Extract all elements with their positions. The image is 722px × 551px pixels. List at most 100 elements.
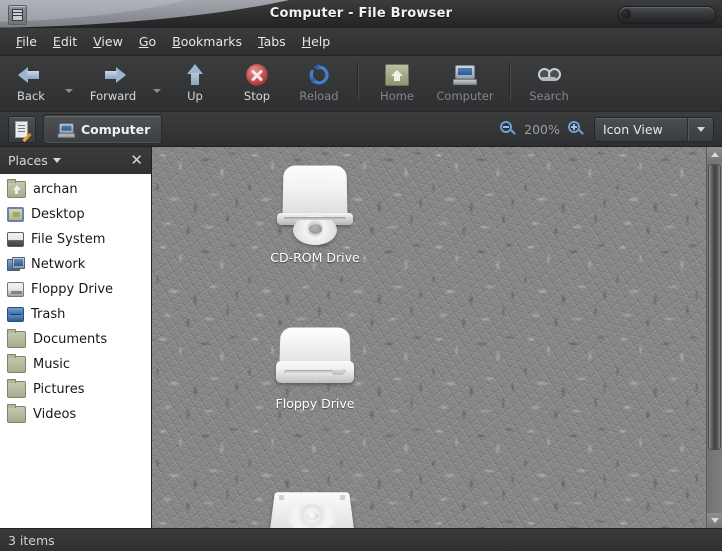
- menu-label-view-rest: iew: [101, 34, 123, 49]
- back-history-dropdown[interactable]: [62, 59, 76, 109]
- zoom-level-label: 200%: [524, 121, 560, 137]
- scroll-up-icon[interactable]: [707, 147, 722, 162]
- menu-item-edit[interactable]: Edit: [45, 31, 85, 52]
- back-button-label: Back: [17, 89, 45, 103]
- home-button[interactable]: Home: [366, 60, 428, 110]
- back-button[interactable]: Back: [0, 60, 62, 110]
- menu-label-help-rest: elp: [311, 34, 331, 49]
- menu-label-edit-rest: dit: [60, 34, 78, 49]
- menu-item-tabs[interactable]: Tabs: [250, 31, 294, 52]
- sidebar-item-label: Floppy Drive: [31, 282, 114, 297]
- zoom-controls: 200%: [500, 121, 584, 137]
- sidebar-item-archan[interactable]: archan: [0, 177, 151, 202]
- sidebar-item-label: Documents: [33, 332, 108, 347]
- home-button-label: Home: [380, 89, 414, 103]
- edit-location-icon[interactable]: [8, 115, 36, 143]
- toolbar-separator-1: [357, 63, 359, 101]
- computer-button[interactable]: Computer: [428, 60, 502, 110]
- sidebar-item-label: archan: [33, 182, 78, 197]
- desktop-icon-hard-disk[interactable]: [252, 487, 372, 528]
- window-controls[interactable]: [618, 6, 716, 24]
- menu-item-view[interactable]: View: [85, 31, 131, 52]
- menu-item-file[interactable]: File: [8, 31, 45, 52]
- up-button[interactable]: Up: [164, 60, 226, 110]
- body-area: Places ✕ archan Desktop File System Netw…: [0, 147, 722, 528]
- chevron-down-icon: [65, 89, 73, 93]
- sidebar-item-floppy-drive[interactable]: Floppy Drive: [0, 277, 151, 302]
- zoom-out-icon[interactable]: [500, 121, 516, 137]
- sidebar-item-label: Videos: [33, 407, 77, 422]
- reload-button-label: Reload: [299, 89, 339, 103]
- breadcrumb-computer[interactable]: Computer: [44, 115, 162, 143]
- desktop-icon-cdrom-drive[interactable]: CD-ROM Drive: [255, 161, 375, 266]
- title-bar: Computer - File Browser: [0, 0, 722, 28]
- menu-bar: File Edit View Go Bookmarks Tabs Help: [0, 28, 722, 56]
- computer-icon: [453, 60, 477, 90]
- vertical-scrollbar[interactable]: [706, 147, 722, 528]
- chevron-down-icon[interactable]: [689, 126, 713, 132]
- search-button[interactable]: Search: [518, 60, 580, 110]
- toolbar-separator-2: [509, 63, 511, 101]
- chevron-down-icon[interactable]: [52, 158, 61, 163]
- chevron-down-icon: [153, 89, 161, 93]
- forward-button-label: Forward: [89, 89, 137, 103]
- menu-label-go-rest: o: [148, 34, 157, 49]
- sidebar-item-file-system[interactable]: File System: [0, 227, 151, 252]
- toolbar: Back Forward Up Stop Reload Home Compute…: [0, 56, 722, 112]
- sidebar-item-pictures[interactable]: Pictures: [0, 377, 151, 402]
- icon-view[interactable]: CD-ROM Drive Floppy Drive: [152, 147, 722, 528]
- sidebar-item-desktop[interactable]: Desktop: [0, 202, 151, 227]
- scroll-down-icon[interactable]: [707, 513, 722, 528]
- sidebar-item-label: File System: [31, 232, 106, 247]
- up-arrow-icon: [182, 60, 208, 90]
- icon-label: CD-ROM Drive: [270, 250, 360, 265]
- menu-label-file-rest: ile: [22, 34, 37, 49]
- desktop-icon: [7, 207, 24, 222]
- search-button-label: Search: [529, 89, 569, 103]
- zoom-in-icon[interactable]: [568, 121, 584, 137]
- reload-button[interactable]: Reload: [288, 60, 350, 110]
- sidebar-item-label: Pictures: [33, 382, 85, 397]
- location-bar: Computer 200% Icon View: [0, 112, 722, 147]
- floppy-icon: [7, 282, 24, 297]
- back-arrow-icon: [18, 60, 44, 90]
- folder-icon: [7, 379, 26, 398]
- icon-label: Floppy Drive: [275, 396, 355, 411]
- status-text: 3 items: [8, 532, 55, 548]
- up-button-label: Up: [187, 89, 203, 103]
- view-mode-label: Icon View: [603, 121, 663, 137]
- places-sidebar: Places ✕ archan Desktop File System Netw…: [0, 147, 152, 528]
- filesystem-icon: [7, 232, 24, 247]
- hard-disk-icon: [266, 487, 358, 528]
- sidebar-item-trash[interactable]: Trash: [0, 302, 151, 327]
- scrollbar-thumb[interactable]: [708, 164, 721, 450]
- status-bar: 3 items: [0, 528, 722, 551]
- menu-item-bookmarks[interactable]: Bookmarks: [164, 31, 250, 52]
- places-title: Places: [8, 153, 48, 168]
- desktop-icon-floppy-drive[interactable]: Floppy Drive: [255, 325, 375, 412]
- menu-label-bookmarks-rest: ookmarks: [180, 34, 242, 49]
- sidebar-item-label: Trash: [31, 307, 66, 322]
- home-folder-icon: [7, 179, 26, 198]
- view-mode-select[interactable]: Icon View: [594, 116, 714, 142]
- close-icon[interactable]: ✕: [130, 153, 143, 168]
- folder-icon: [7, 404, 26, 423]
- stop-button[interactable]: Stop: [226, 60, 288, 110]
- forward-button[interactable]: Forward: [76, 60, 150, 110]
- sidebar-item-videos[interactable]: Videos: [0, 402, 151, 427]
- forward-history-dropdown[interactable]: [150, 59, 164, 109]
- folder-icon: [7, 329, 26, 348]
- sidebar-item-label: Music: [33, 357, 70, 372]
- window-control-knob[interactable]: [621, 9, 631, 19]
- sidebar-item-documents[interactable]: Documents: [0, 327, 151, 352]
- sidebar-item-label: Network: [31, 257, 86, 272]
- menu-item-go[interactable]: Go: [131, 31, 164, 52]
- file-browser-window: Computer - File Browser File Edit View G…: [0, 0, 722, 551]
- sidebar-item-network[interactable]: Network: [0, 252, 151, 277]
- menu-item-help[interactable]: Help: [294, 31, 339, 52]
- menu-label-tabs-rest: abs: [263, 34, 286, 49]
- sidebar-item-music[interactable]: Music: [0, 352, 151, 377]
- trash-icon: [7, 307, 24, 322]
- home-icon: [385, 60, 409, 90]
- binoculars-search-icon: [537, 60, 561, 90]
